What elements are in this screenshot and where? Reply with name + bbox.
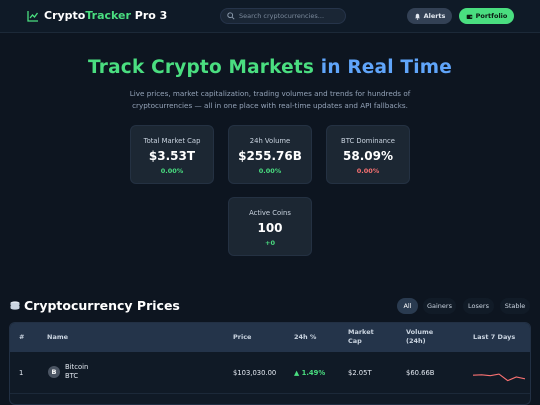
coin-name-cell[interactable]: Bitcoin BTC (65, 363, 88, 381)
stat-value: 58.09% (343, 149, 393, 163)
bitcoin-icon: B (48, 366, 60, 378)
search-box[interactable] (220, 8, 346, 24)
filter-stable[interactable]: Stable (500, 298, 530, 314)
hero-description: Live prices, market capitalization, trad… (129, 89, 411, 110)
col-price[interactable]: Price (233, 333, 251, 342)
stat-change: 0.00% (356, 167, 380, 175)
stat-change: 0.00% (258, 167, 282, 175)
sparkline-chart (473, 373, 525, 382)
col-rank[interactable]: # (19, 333, 24, 342)
brand-suffix: Pro 3 (130, 9, 168, 22)
stat-value: $3.53T (148, 149, 196, 163)
prices-table: # Name Price 24h % Market Cap Volume (24… (9, 322, 531, 405)
hero-title-part1: Track Crypto Markets (88, 57, 315, 78)
alerts-label: Alerts (423, 12, 446, 20)
coin-change: ▲ 1.49% (294, 369, 326, 377)
alerts-button[interactable]: Alerts (407, 8, 452, 24)
sparkline-line (473, 373, 525, 382)
coin-volume: $60.66B (406, 369, 435, 377)
hero-title-part2: in Real Time (320, 57, 452, 78)
chart-line-icon (27, 10, 39, 22)
wallet-icon (466, 14, 472, 19)
stat-change: 0.00% (160, 167, 184, 175)
col-market-cap-line2: Cap (348, 336, 362, 345)
coins-icon (10, 300, 20, 310)
stat-change: +0 (265, 239, 275, 247)
brand-logo[interactable]: CryptoTracker Pro 3 (27, 9, 167, 22)
stat-card-market-cap: Total Market Cap $3.53T 0.00% (130, 125, 214, 184)
col-volume[interactable]: Volume (24h) (406, 328, 433, 345)
top-navbar: CryptoTracker Pro 3 Alerts Portfolio (0, 0, 540, 33)
col-market-cap[interactable]: Market Cap (348, 328, 374, 345)
stat-card-volume: 24h Volume $255.76B 0.00% (228, 125, 312, 184)
stat-label: Total Market Cap (143, 137, 201, 145)
stat-label: Active Coins (249, 209, 291, 217)
bell-icon (414, 13, 420, 20)
stat-label: 24h Volume (249, 137, 291, 145)
portfolio-label: Portfolio (475, 12, 508, 20)
col-change[interactable]: 24h % (294, 333, 316, 342)
coin-symbol: BTC (65, 372, 79, 380)
stat-card-btc-dominance: BTC Dominance 58.09% 0.00% (326, 125, 410, 184)
col-last-7-days: Last 7 Days (473, 333, 516, 341)
col-volume-line1: Volume (406, 328, 434, 336)
col-market-cap-line1: Market (348, 328, 374, 336)
coin-price: $103,030.00 (233, 369, 277, 377)
prices-section-title: Cryptocurrency Prices (9, 298, 180, 313)
filter-losers[interactable]: Losers (463, 298, 494, 314)
hero-title: Track Crypto Markets in Real Time (0, 57, 540, 78)
brand-name: CryptoTracker Pro 3 (44, 9, 167, 22)
stat-label: BTC Dominance (341, 137, 395, 145)
stat-card-active-coins: Active Coins 100 +0 (228, 197, 312, 256)
stat-value: $255.76B (238, 149, 302, 163)
filter-all[interactable]: All (397, 298, 418, 314)
col-volume-line2: (24h) (406, 336, 426, 345)
search-input[interactable] (239, 12, 339, 20)
col-name[interactable]: Name (47, 333, 68, 342)
search-icon (227, 12, 235, 20)
table-header: # Name Price 24h % Market Cap Volume (24… (10, 323, 530, 352)
row-rank: 1 (19, 369, 24, 377)
table-row[interactable]: 1 B Bitcoin BTC $103,030.00 ▲ 1.49% $2.0… (10, 352, 530, 394)
portfolio-button[interactable]: Portfolio (459, 8, 514, 24)
brand-accent: Tracker (85, 9, 131, 22)
filter-gainers[interactable]: Gainers (423, 298, 456, 314)
stat-value: 100 (257, 221, 283, 235)
coin-name: Bitcoin (65, 363, 89, 371)
brand-main: Crypto (44, 9, 86, 22)
coin-market-cap: $2.05T (348, 369, 372, 377)
prices-title: Cryptocurrency Prices (24, 298, 180, 313)
